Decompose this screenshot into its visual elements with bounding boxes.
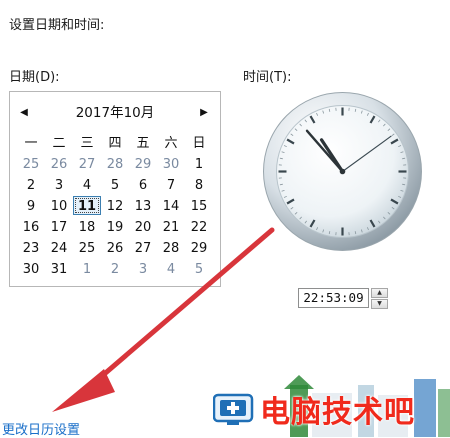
calendar-day[interactable]: 25 (73, 238, 101, 257)
calendar-day[interactable]: 22 (185, 217, 213, 236)
calendar-day[interactable]: 8 (185, 175, 213, 194)
calendar-day-selected[interactable]: 11 (73, 196, 101, 215)
next-month-arrow-icon[interactable]: ▶ (194, 100, 214, 124)
month-title[interactable]: 2017年10月 (10, 101, 220, 121)
change-calendar-settings-link[interactable]: 更改日历设置 (2, 419, 80, 438)
calendar-day[interactable]: 5 (185, 259, 213, 278)
monitor-logo-icon (213, 392, 257, 426)
calendar-day[interactable]: 2 (101, 259, 129, 278)
calendar-day[interactable]: 4 (73, 175, 101, 194)
weekday-header: 二 (45, 133, 73, 154)
calendar-day[interactable]: 29 (129, 154, 157, 173)
calendar-day[interactable]: 17 (45, 217, 73, 236)
calendar[interactable]: ◀ 2017年10月 ▶ 一二三四五六日25262728293012345678… (9, 91, 221, 287)
calendar-day[interactable]: 25 (17, 154, 45, 173)
calendar-header: ◀ 2017年10月 ▶ (10, 100, 220, 124)
calendar-day[interactable]: 7 (157, 175, 185, 194)
weekday-header: 五 (129, 133, 157, 154)
date-label: 日期(D): (9, 66, 60, 85)
decrease-time-icon[interactable]: ▼ (371, 299, 388, 309)
calendar-day[interactable]: 1 (185, 154, 213, 173)
calendar-day[interactable]: 14 (157, 196, 185, 215)
calendar-day[interactable]: 29 (185, 238, 213, 257)
calendar-day[interactable]: 15 (185, 196, 213, 215)
calendar-day[interactable]: 21 (157, 217, 185, 236)
calendar-day[interactable]: 31 (45, 259, 73, 278)
calendar-day[interactable]: 5 (101, 175, 129, 194)
calendar-day[interactable]: 13 (129, 196, 157, 215)
calendar-day[interactable]: 28 (101, 154, 129, 173)
calendar-day[interactable]: 3 (129, 259, 157, 278)
calendar-day[interactable]: 23 (17, 238, 45, 257)
calendar-day[interactable]: 10 (45, 196, 73, 215)
calendar-day[interactable]: 30 (17, 259, 45, 278)
increase-time-icon[interactable]: ▲ (371, 288, 388, 298)
weekday-header: 三 (73, 133, 101, 154)
calendar-grid: 一二三四五六日252627282930123456789101112131415… (17, 133, 213, 280)
calendar-day[interactable]: 30 (157, 154, 185, 173)
weekday-header: 六 (157, 133, 185, 154)
analog-clock (262, 91, 423, 252)
time-spinner[interactable]: ▲ ▼ (371, 288, 388, 309)
calendar-day[interactable]: 26 (101, 238, 129, 257)
calendar-day[interactable]: 20 (129, 217, 157, 236)
calendar-day[interactable]: 4 (157, 259, 185, 278)
time-label: 时间(T): (243, 66, 291, 85)
calendar-day[interactable]: 9 (17, 196, 45, 215)
dialog-heading: 设置日期和时间: (9, 14, 104, 33)
weekday-header: 日 (185, 133, 213, 154)
calendar-day[interactable]: 18 (73, 217, 101, 236)
calendar-day[interactable]: 19 (101, 217, 129, 236)
calendar-day[interactable]: 1 (73, 259, 101, 278)
weekday-header: 一 (17, 133, 45, 154)
clock-center (340, 169, 346, 175)
calendar-day[interactable]: 26 (45, 154, 73, 173)
time-input[interactable]: 22:53:09 (298, 288, 369, 308)
weekday-header: 四 (101, 133, 129, 154)
calendar-day[interactable]: 3 (45, 175, 73, 194)
calendar-day[interactable]: 24 (45, 238, 73, 257)
calendar-day[interactable]: 16 (17, 217, 45, 236)
calendar-day[interactable]: 6 (129, 175, 157, 194)
watermark-logo-text: 电脑技术吧 (260, 387, 415, 431)
calendar-day[interactable]: 28 (157, 238, 185, 257)
calendar-day[interactable]: 27 (129, 238, 157, 257)
calendar-day[interactable]: 12 (101, 196, 129, 215)
calendar-day[interactable]: 27 (73, 154, 101, 173)
calendar-day[interactable]: 2 (17, 175, 45, 194)
